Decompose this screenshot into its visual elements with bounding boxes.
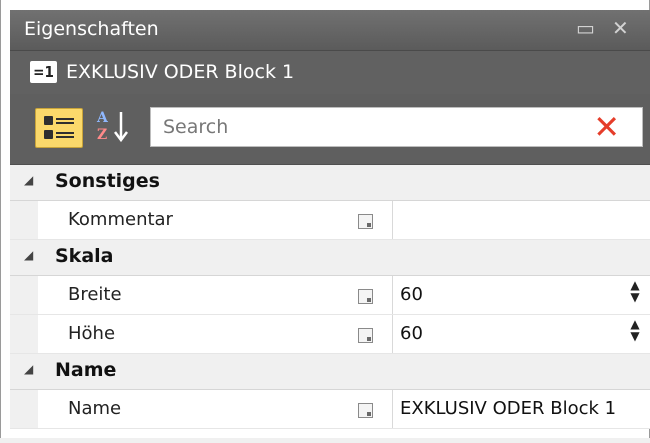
- property-name: Kommentar: [68, 209, 173, 230]
- property-name: Höhe: [68, 323, 116, 344]
- panel-title-bar[interactable]: Eigenschaften ▭ ✕: [10, 10, 650, 51]
- bottom-margin: [0, 438, 650, 443]
- property-value[interactable]: EXKLUSIV ODER Block 1: [400, 398, 616, 419]
- property-marker-icon[interactable]: [358, 214, 373, 229]
- collapse-triangle-icon[interactable]: ◢: [24, 248, 33, 262]
- property-marker-icon[interactable]: [358, 403, 373, 418]
- property-marker-icon[interactable]: [358, 289, 373, 304]
- sort-alphabetical-button[interactable]: A Z: [94, 106, 134, 146]
- properties-toolbar: A Z Search ✕: [10, 94, 650, 165]
- collapse-triangle-icon[interactable]: ◢: [24, 362, 33, 376]
- selected-object-name: EXKLUSIV ODER Block 1: [66, 61, 295, 83]
- spinner-icon[interactable]: ▲ ▼: [628, 279, 642, 309]
- close-icon[interactable]: ✕: [612, 16, 629, 40]
- category-label: Name: [55, 359, 117, 381]
- selected-object-row: =1 EXKLUSIV ODER Block 1: [10, 51, 650, 94]
- block-type-icon: =1: [30, 61, 57, 83]
- property-row-hoehe[interactable]: Höhe 60 ▲ ▼: [10, 315, 650, 354]
- clear-search-icon[interactable]: ✕: [593, 108, 620, 146]
- panel-title: Eigenschaften: [24, 18, 159, 40]
- category-row-name[interactable]: ◢ Name: [10, 354, 650, 390]
- restore-icon[interactable]: ▭: [576, 16, 595, 40]
- property-name: Breite: [68, 284, 122, 305]
- svg-text:A: A: [96, 110, 109, 126]
- property-value[interactable]: 60: [400, 284, 423, 305]
- categorized-view-button[interactable]: [35, 108, 83, 148]
- svg-text:Z: Z: [97, 127, 107, 143]
- category-row-sonstiges[interactable]: ◢ Sonstiges: [10, 165, 650, 201]
- search-box[interactable]: Search ✕: [150, 107, 643, 147]
- property-grid: ◢ Sonstiges Kommentar ◢ Skala Breite 60 …: [10, 165, 650, 429]
- category-row-skala[interactable]: ◢ Skala: [10, 240, 650, 276]
- search-input[interactable]: Search: [163, 116, 228, 138]
- spinner-icon[interactable]: ▲ ▼: [628, 318, 642, 348]
- category-label: Skala: [55, 245, 114, 267]
- property-row-breite[interactable]: Breite 60 ▲ ▼: [10, 276, 650, 315]
- collapse-triangle-icon[interactable]: ◢: [24, 173, 33, 187]
- property-marker-icon[interactable]: [358, 328, 373, 343]
- category-label: Sonstiges: [55, 170, 160, 192]
- sort-alphabetical-icon: A Z: [96, 110, 128, 143]
- property-row-kommentar[interactable]: Kommentar: [10, 201, 650, 240]
- property-name: Name: [68, 398, 122, 419]
- property-value[interactable]: 60: [400, 323, 423, 344]
- property-row-name[interactable]: Name EXKLUSIV ODER Block 1: [10, 390, 650, 429]
